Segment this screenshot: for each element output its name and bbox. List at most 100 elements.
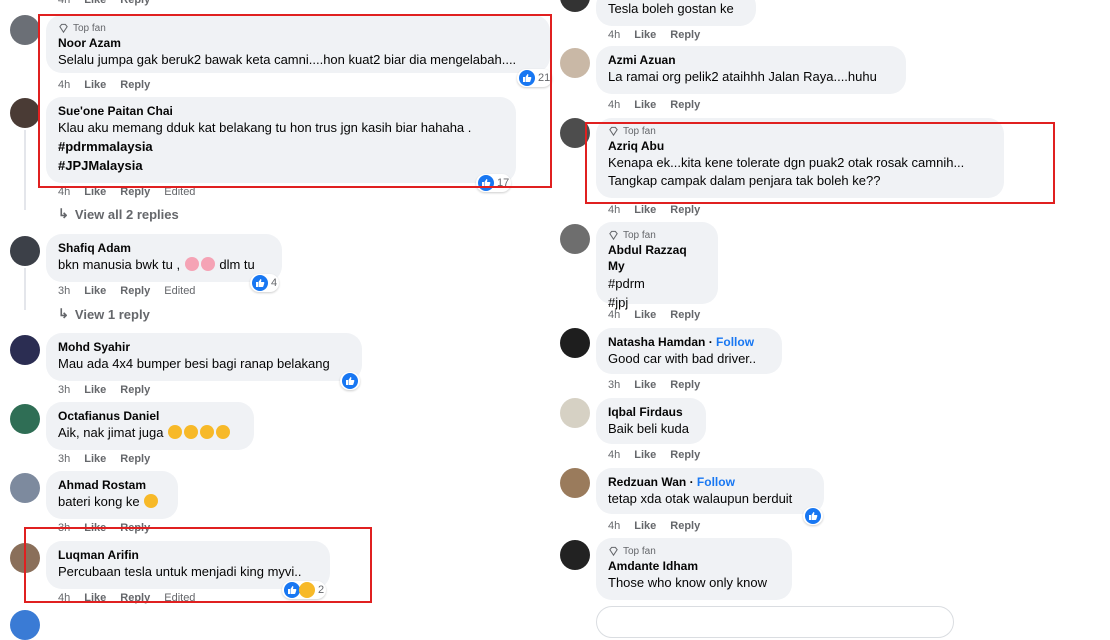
reply-button[interactable]: Reply xyxy=(120,0,150,6)
like-button[interactable]: Like xyxy=(84,384,106,396)
reply-button[interactable]: Reply xyxy=(670,29,700,41)
comment-author[interactable]: Abdul Razzaq My xyxy=(608,242,706,274)
avatar[interactable] xyxy=(560,398,590,428)
comment-text-part: Aik, nak jimat juga xyxy=(58,425,168,440)
comment-author[interactable]: Luqman Arifin xyxy=(58,547,318,563)
laughing-emoji-icon xyxy=(200,425,215,439)
hashtag-link[interactable]: #JPJMalaysia xyxy=(58,156,504,175)
avatar[interactable] xyxy=(10,15,40,45)
reaction-count[interactable]: 2 xyxy=(282,581,327,599)
comment-bubble: Azmi Azuan La ramai org pelik2 ataihhh J… xyxy=(596,46,906,94)
like-button[interactable]: Like xyxy=(634,309,656,321)
avatar[interactable] xyxy=(560,48,590,78)
like-button[interactable]: Like xyxy=(634,29,656,41)
avatar[interactable] xyxy=(10,98,40,128)
like-button[interactable]: Like xyxy=(84,0,106,6)
pig-emoji-icon xyxy=(184,257,199,271)
comment-text: Baik beli kuda xyxy=(608,421,689,436)
like-button[interactable]: Like xyxy=(634,520,656,532)
comment-author-name[interactable]: Natasha Hamdan xyxy=(608,335,705,349)
like-button[interactable]: Like xyxy=(84,79,106,91)
reply-button[interactable]: Reply xyxy=(120,522,150,534)
comment-text: Tangkap campak dalam penjara tak boleh k… xyxy=(608,173,881,188)
view-replies-link[interactable]: ↳ View all 2 replies xyxy=(58,206,179,222)
comment-bubble: Shafiq Adam bkn manusia bwk tu , dlm tu xyxy=(46,234,282,282)
diamond-icon xyxy=(609,126,618,136)
avatar[interactable] xyxy=(10,335,40,365)
comment-author[interactable]: Sue'one Paitan Chai xyxy=(58,103,504,119)
avatar[interactable] xyxy=(10,473,40,503)
hashtag-link[interactable]: #pdrmmalaysia xyxy=(58,137,504,156)
reply-button[interactable]: Reply xyxy=(120,186,150,198)
reply-input[interactable] xyxy=(596,606,954,638)
reaction-count[interactable]: 17 xyxy=(476,174,512,192)
top-fan-badge: Top fan xyxy=(58,21,538,35)
reaction-count[interactable] xyxy=(340,372,360,390)
follow-button[interactable]: Follow xyxy=(697,475,735,489)
comment-author[interactable]: Noor Azam xyxy=(58,35,538,51)
comment-text-part: bateri kong ke xyxy=(58,494,144,509)
hashtag-link[interactable]: #pdrm xyxy=(608,274,706,293)
comment-author[interactable]: Amdante Idham xyxy=(608,558,780,574)
reply-button[interactable]: Reply xyxy=(670,520,700,532)
comment-author[interactable]: Azmi Azuan xyxy=(608,52,894,68)
reply-button[interactable]: Reply xyxy=(670,99,700,111)
comment-author[interactable]: Mohd Syahir xyxy=(58,339,350,355)
follow-button[interactable]: Follow xyxy=(716,335,754,349)
reply-button[interactable]: Reply xyxy=(670,379,700,391)
avatar[interactable] xyxy=(10,610,40,640)
reaction-number: 17 xyxy=(497,177,510,189)
comment-text: Aik, nak jimat juga xyxy=(58,424,242,442)
like-button[interactable]: Like xyxy=(634,204,656,216)
like-icon xyxy=(284,582,300,598)
laughing-emoji-icon xyxy=(216,425,231,439)
comment-author: Redzuan Wan · Follow xyxy=(608,475,735,489)
like-button[interactable]: Like xyxy=(84,592,106,604)
reply-button[interactable]: Reply xyxy=(120,285,150,297)
reaction-count[interactable]: 21 xyxy=(517,69,553,87)
like-icon xyxy=(519,70,535,86)
like-button[interactable]: Like xyxy=(84,522,106,534)
edited-label: Edited xyxy=(164,186,196,198)
comment-author[interactable]: Shafiq Adam xyxy=(58,240,270,256)
comment-author[interactable]: Azriq Abu xyxy=(608,138,992,154)
reply-button[interactable]: Reply xyxy=(120,592,150,604)
reply-button[interactable]: Reply xyxy=(120,453,150,465)
avatar[interactable] xyxy=(560,0,590,12)
like-button[interactable]: Like xyxy=(634,449,656,461)
like-button[interactable]: Like xyxy=(634,379,656,391)
comment-text: Klau aku memang dduk kat belakang tu hon… xyxy=(58,120,472,135)
top-fan-label: Top fan xyxy=(623,545,656,557)
avatar[interactable] xyxy=(560,468,590,498)
comment-author: Natasha Hamdan · Follow xyxy=(608,335,755,349)
avatar[interactable] xyxy=(560,328,590,358)
avatar[interactable] xyxy=(10,543,40,573)
reaction-count[interactable]: 4 xyxy=(250,274,280,292)
comment-text: La ramai org pelik2 ataihhh Jalan Raya..… xyxy=(608,69,877,84)
like-button[interactable]: Like xyxy=(84,285,106,297)
reply-button[interactable]: Reply xyxy=(120,384,150,396)
avatar[interactable] xyxy=(560,118,590,148)
comment-author[interactable]: Octafianus Daniel xyxy=(58,408,242,424)
comment-bubble: Mohd Syahir Mau ada 4x4 bumper besi bagi… xyxy=(46,333,362,381)
like-button[interactable]: Like xyxy=(84,453,106,465)
like-button[interactable]: Like xyxy=(84,186,106,198)
comment-actions: 3h Like Reply xyxy=(58,453,150,465)
comment-time: 4h xyxy=(608,204,621,216)
avatar[interactable] xyxy=(560,540,590,570)
reply-button[interactable]: Reply xyxy=(670,309,700,321)
avatar[interactable] xyxy=(560,224,590,254)
reaction-count[interactable] xyxy=(803,507,823,525)
like-button[interactable]: Like xyxy=(634,99,656,111)
thread-line xyxy=(24,130,26,210)
reply-button[interactable]: Reply xyxy=(670,449,700,461)
avatar[interactable] xyxy=(10,404,40,434)
reply-button[interactable]: Reply xyxy=(120,79,150,91)
comment-author[interactable]: Ahmad Rostam xyxy=(58,477,166,493)
comment-actions: 3h Like Reply xyxy=(58,522,150,534)
comment-author[interactable]: Iqbal Firdaus xyxy=(608,404,694,420)
reply-button[interactable]: Reply xyxy=(670,204,700,216)
avatar[interactable] xyxy=(10,236,40,266)
view-replies-link[interactable]: ↳ View 1 reply xyxy=(58,306,150,322)
comment-author-name[interactable]: Redzuan Wan xyxy=(608,475,686,489)
